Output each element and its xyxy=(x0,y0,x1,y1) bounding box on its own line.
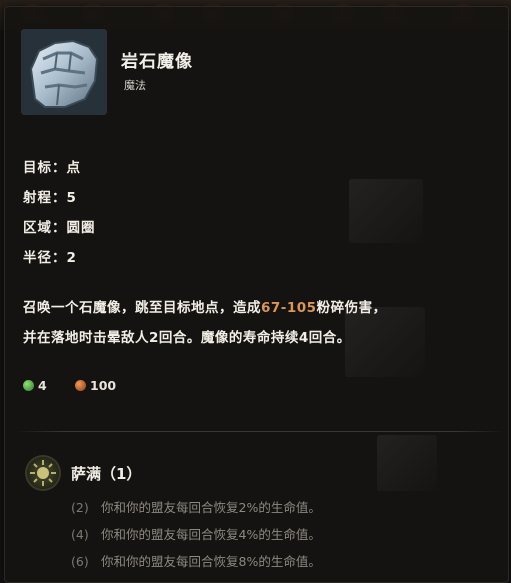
background-skill-image xyxy=(377,435,437,491)
action-point-icon xyxy=(23,380,34,391)
stat-value: 5 xyxy=(66,190,77,206)
description-line-1: 召唤一个石魔像，跳至目标地点，造成67-105粉碎伤害， xyxy=(23,300,387,316)
talent-level-list: (2) 你和你的盟友每回合恢复2%的生命值。 (4) 你和你的盟友每回合恢复4%的生… xyxy=(71,494,321,575)
stat-value: 2 xyxy=(66,250,77,266)
stat-radius: 半径：2 xyxy=(23,243,96,273)
talent-name: 萨满（1） xyxy=(71,465,142,483)
talent-level: (2) xyxy=(71,500,89,515)
stat-value: 点 xyxy=(66,160,81,176)
talent-level: (6) xyxy=(71,554,89,569)
talent-effect: 你和你的盟友每回合恢复2%的生命值。 xyxy=(101,500,321,515)
skill-tooltip: 岩石魔像 魔法 目标：点 射程：5 区域：圆圈 半径：2 召唤一个石魔像，跳至目… xyxy=(4,6,509,583)
stat-label: 区域： xyxy=(23,220,67,236)
talent-level-item: (6) 你和你的盟友每回合恢复8%的生命值。 xyxy=(71,548,321,575)
stat-range: 射程：5 xyxy=(23,183,96,213)
talent-effect: 你和你的盟友每回合恢复4%的生命值。 xyxy=(101,527,321,542)
skill-type: 魔法 xyxy=(124,79,146,92)
background-skill-image xyxy=(349,179,423,243)
stat-value: 圆圈 xyxy=(66,220,96,236)
stat-label: 射程： xyxy=(23,190,67,206)
skill-stats: 目标：点 射程：5 区域：圆圈 半径：2 xyxy=(23,153,96,273)
stat-label: 目标： xyxy=(23,160,67,176)
skill-name: 岩石魔像 xyxy=(121,52,193,72)
stat-label: 半径： xyxy=(23,250,67,266)
mana-icon xyxy=(75,380,86,391)
shaman-emblem-icon xyxy=(27,457,59,489)
action-point-cost: 4 xyxy=(23,378,47,393)
divider xyxy=(15,431,505,432)
talent-level: (4) xyxy=(71,527,89,542)
skill-description: 召唤一个石魔像，跳至目标地点，造成67-105粉碎伤害， 并在落地时击晕敌人2回… xyxy=(23,293,503,353)
talent-level-item: (4) 你和你的盟友每回合恢复4%的生命值。 xyxy=(71,521,321,548)
talent-effect: 你和你的盟友每回合恢复8%的生命值。 xyxy=(101,554,321,569)
damage-range: 67-105 xyxy=(261,300,317,316)
mana-cost: 100 xyxy=(75,378,116,393)
stat-area: 区域：圆圈 xyxy=(23,213,96,243)
rock-golem-fist-icon xyxy=(21,29,107,115)
talent-level-item: (2) 你和你的盟友每回合恢复2%的生命值。 xyxy=(71,494,321,521)
description-line-2: 并在落地时击晕敌人2回合。魔像的寿命持续4回合。 xyxy=(23,330,351,346)
stat-target: 目标：点 xyxy=(23,153,96,183)
